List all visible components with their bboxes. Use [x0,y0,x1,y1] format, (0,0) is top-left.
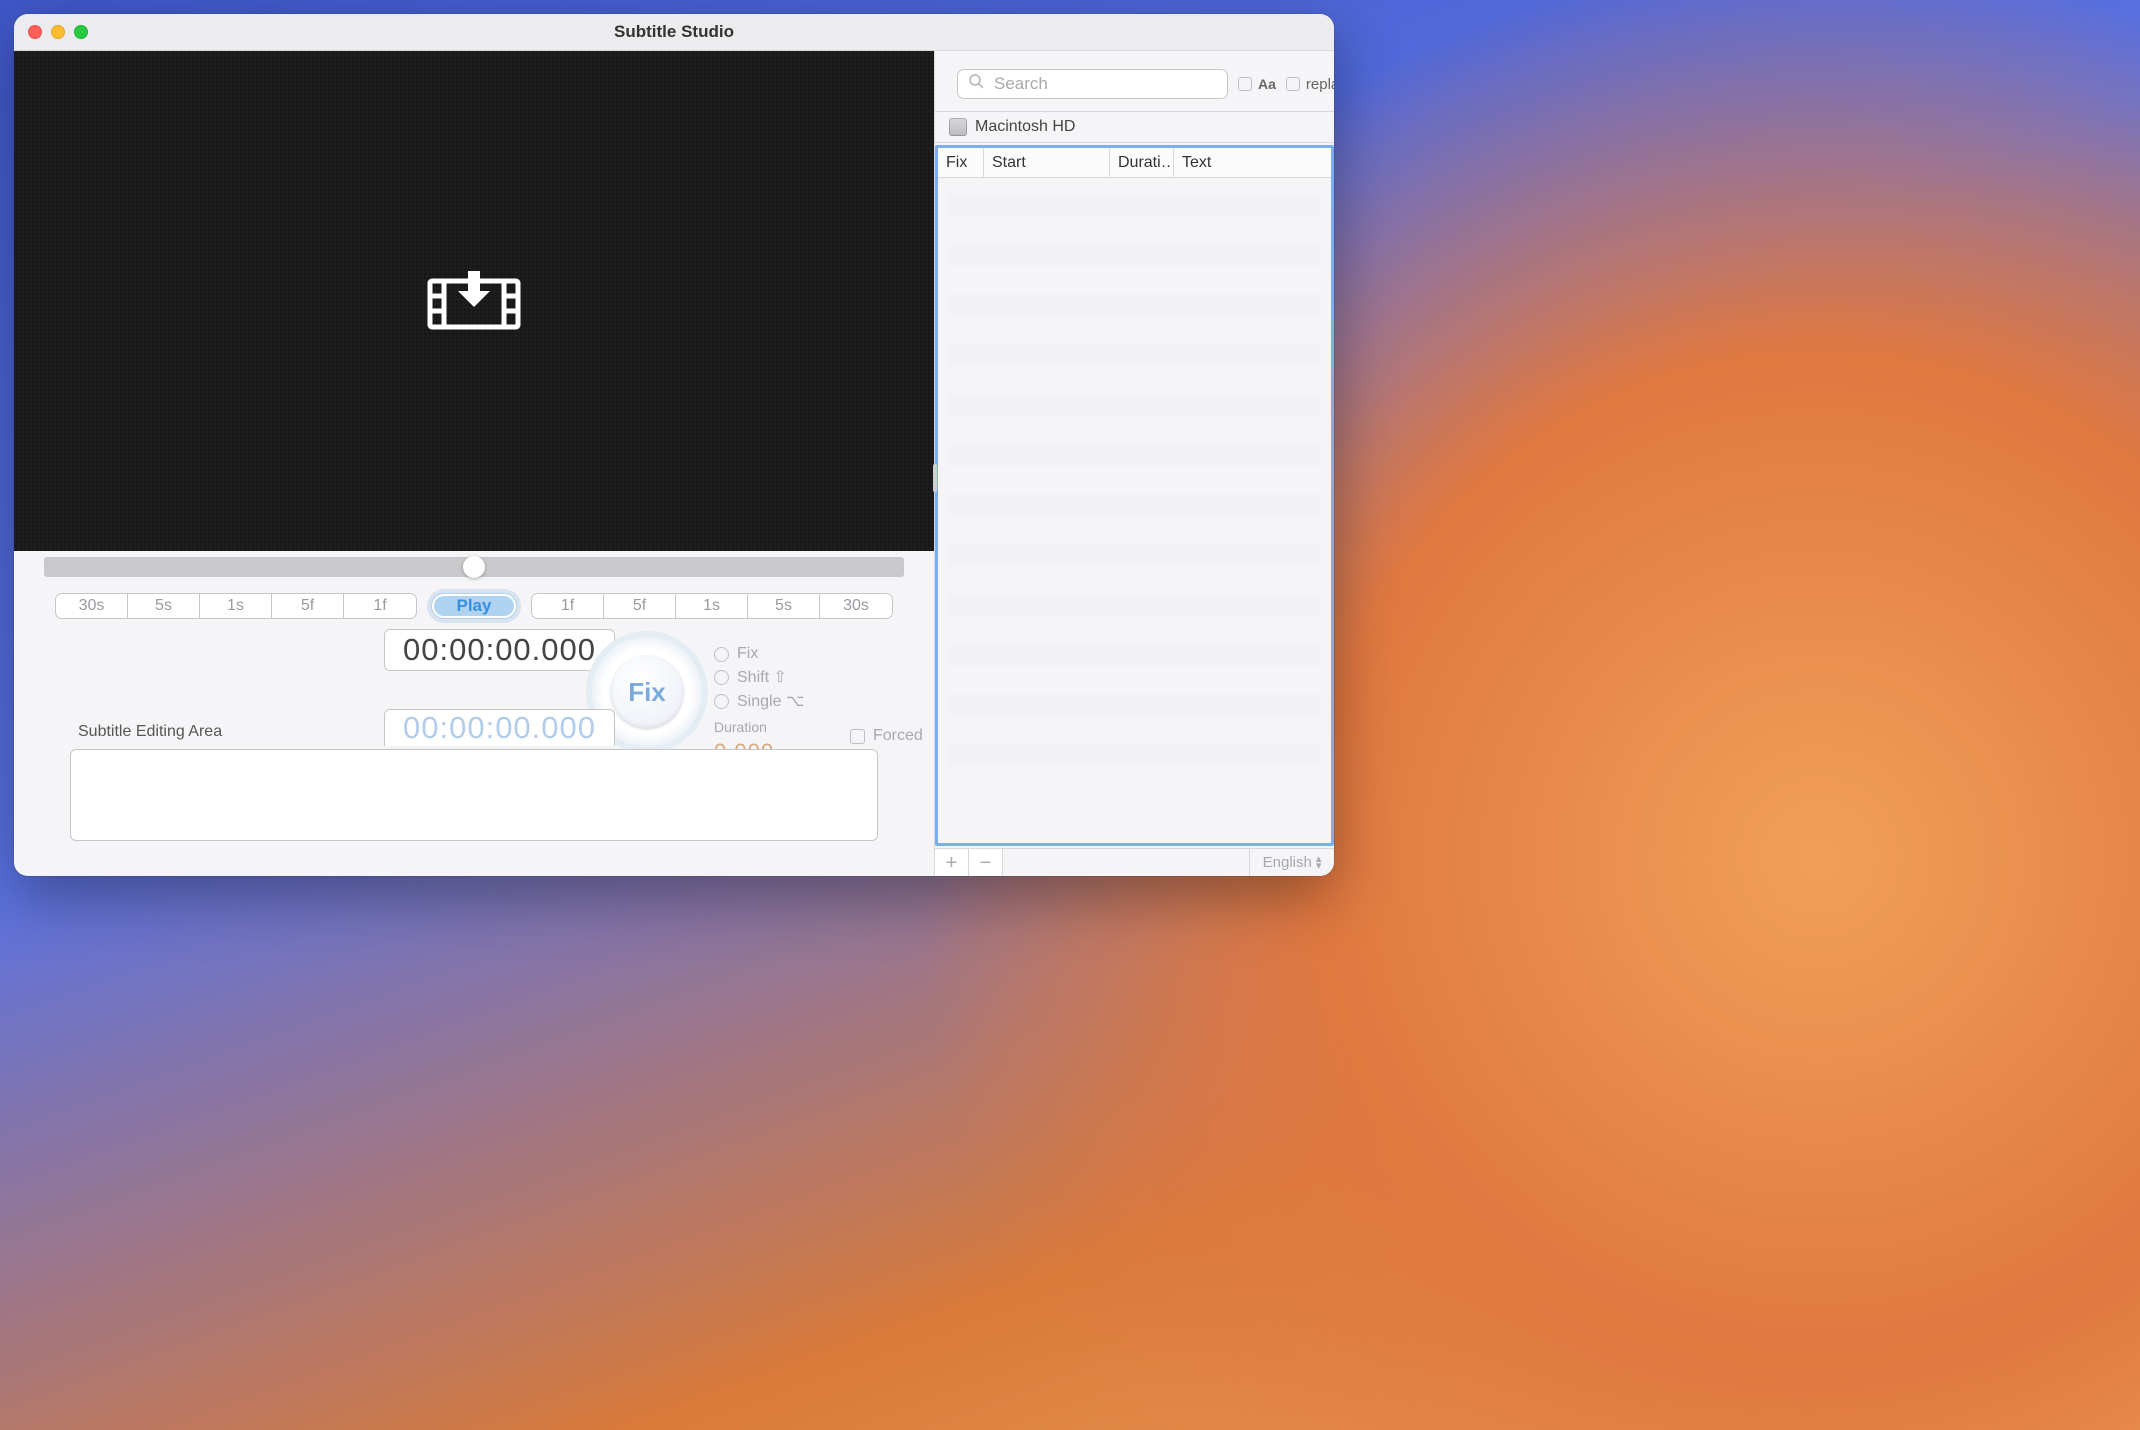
play-button[interactable]: Play [434,596,514,616]
table-row[interactable] [948,644,1321,666]
current-timecode[interactable]: 00:00:00.000 [384,629,615,671]
breadcrumb-label: Macintosh HD [975,118,1075,136]
col-duration[interactable]: Durati… [1110,148,1174,177]
table-row[interactable] [948,244,1321,266]
col-start[interactable]: Start [984,148,1110,177]
import-video-icon [426,271,522,331]
add-subtitle-button[interactable]: + [935,849,969,876]
table-row[interactable] [948,494,1321,516]
table-row[interactable] [948,344,1321,366]
replace-checkbox[interactable]: replace [1286,76,1334,93]
language-select[interactable]: English ▴▾ [1250,849,1334,876]
app-window: Subtitle Studio 30s 5s 1s 5f 1f [14,14,1334,876]
subtitle-text-input[interactable] [70,749,878,841]
editing-panel: 00:00:00.000 Fix Fix Shift ⇧ Single ⌥ Du… [14,631,934,876]
seek-fwd-1f[interactable]: 1f [532,594,604,618]
duration-label: Duration [714,719,804,735]
table-row[interactable] [948,444,1321,466]
subtitle-table: Fix Start Durati… Text [935,145,1334,846]
subtitle-start-timecode[interactable]: 00:00:00.000 [384,709,615,746]
seek-back-30s[interactable]: 30s [56,594,128,618]
file-breadcrumb[interactable]: Macintosh HD [935,112,1334,143]
fix-mode-fix[interactable]: Fix [714,645,804,663]
seek-back-1s[interactable]: 1s [200,594,272,618]
table-row[interactable] [948,294,1321,316]
table-footer: + − English ▴▾ [935,848,1334,876]
seek-fwd-1s[interactable]: 1s [676,594,748,618]
remove-subtitle-button[interactable]: − [969,849,1003,876]
seek-back-5f[interactable]: 5f [272,594,344,618]
window-title: Subtitle Studio [14,22,1334,42]
seek-back-group: 30s 5s 1s 5f 1f [55,593,417,619]
table-header: Fix Start Durati… Text [938,148,1331,178]
chevron-updown-icon: ▴▾ [1316,856,1322,869]
fix-mode-group: Fix Shift ⇧ Single ⌥ Duration 0.000 [714,645,804,765]
scrubber-knob[interactable] [463,556,485,578]
seek-fwd-30s[interactable]: 30s [820,594,892,618]
search-input[interactable] [992,73,1217,95]
col-fix[interactable]: Fix [938,148,984,177]
forced-checkbox[interactable]: Forced [850,727,923,745]
table-row[interactable] [948,394,1321,416]
harddrive-icon [949,118,967,136]
video-dropzone[interactable] [14,51,934,551]
playback-scrubber[interactable] [14,551,934,583]
table-row[interactable] [948,544,1321,566]
fix-mode-shift[interactable]: Shift ⇧ [714,667,804,687]
table-row[interactable] [948,744,1321,766]
pane-splitter[interactable] [933,464,937,492]
seek-fwd-5s[interactable]: 5s [748,594,820,618]
titlebar[interactable]: Subtitle Studio [14,14,1334,51]
seek-back-5s[interactable]: 5s [128,594,200,618]
subtitle-list-pane: Aa replace Macintosh HD Fix Start Durati… [934,51,1334,876]
footer-spacer [1003,849,1250,876]
case-sensitive-checkbox[interactable]: Aa [1238,76,1276,92]
table-row[interactable] [948,594,1321,616]
transport-bar: 30s 5s 1s 5f 1f Play 1f 5f 1s 5s 30s [14,583,934,631]
search-row: Aa replace [935,51,1334,112]
search-field[interactable] [957,69,1228,99]
col-text[interactable]: Text [1174,148,1331,177]
search-icon [968,73,984,95]
fix-mode-single[interactable]: Single ⌥ [714,691,804,711]
left-pane: 30s 5s 1s 5f 1f Play 1f 5f 1s 5s 30s [14,51,934,876]
seek-fwd-5f[interactable]: 5f [604,594,676,618]
table-body[interactable] [938,178,1331,843]
fix-dial-label: Fix [610,655,684,729]
table-row[interactable] [948,694,1321,716]
seek-forward-group: 1f 5f 1s 5s 30s [531,593,893,619]
seek-back-1f[interactable]: 1f [344,594,416,618]
content: 30s 5s 1s 5f 1f Play 1f 5f 1s 5s 30s [14,51,1334,876]
subtitle-editor-label: Subtitle Editing Area [78,723,222,741]
table-row[interactable] [948,194,1321,216]
play-button-wrap: Play [431,593,517,619]
